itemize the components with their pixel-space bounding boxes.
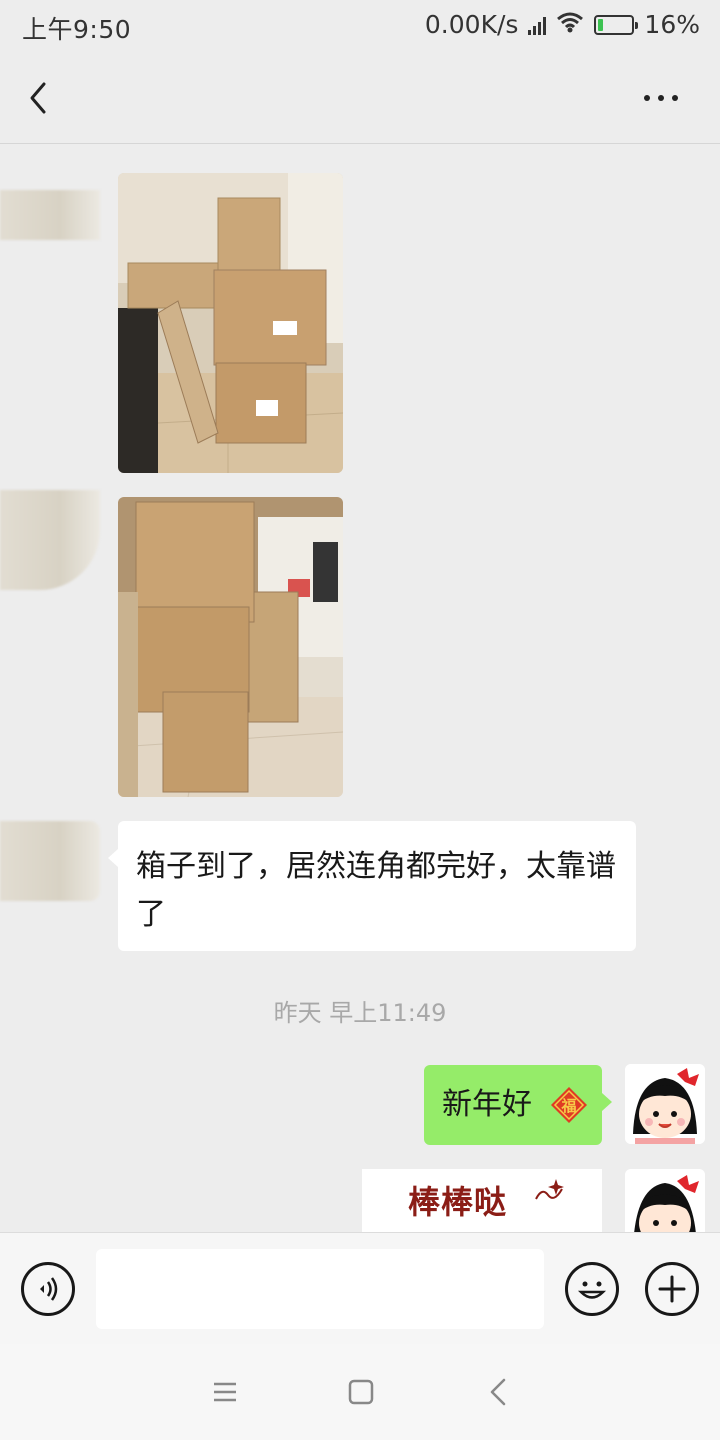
- chat-header: [0, 52, 720, 144]
- sender-avatar[interactable]: [0, 190, 100, 240]
- chevron-left-icon: [30, 82, 46, 114]
- boxes-photo-2: [118, 497, 343, 797]
- emoji-button[interactable]: [565, 1262, 619, 1316]
- status-indicators: 0.00K/s 16%: [425, 10, 700, 39]
- menu-icon: [214, 1382, 236, 1402]
- battery-percent: 16%: [644, 10, 700, 39]
- sender-avatar[interactable]: [0, 821, 100, 901]
- sticker-text: 棒棒哒: [408, 1183, 508, 1221]
- back-button[interactable]: [22, 76, 62, 120]
- plus-icon: [658, 1275, 686, 1303]
- more-actions-button[interactable]: [645, 1262, 699, 1316]
- chat-input-bar: [0, 1232, 720, 1344]
- sticker-message[interactable]: 棒棒哒: [362, 1169, 602, 1232]
- image-message[interactable]: [118, 497, 343, 797]
- fu-icon: 福: [551, 1087, 587, 1123]
- boxes-photo-1: [118, 173, 343, 473]
- svg-text:福: 福: [560, 1097, 576, 1115]
- status-bar: 上午9:50 0.00K/s 16%: [0, 0, 720, 52]
- image-message[interactable]: [118, 173, 343, 473]
- message-timestamp: 昨天 早上11:49: [273, 999, 447, 1027]
- avatar-cartoon: [625, 1169, 705, 1232]
- sparkle-icon: [535, 1179, 564, 1200]
- signal-icon: [528, 15, 547, 35]
- message-input[interactable]: [96, 1249, 544, 1329]
- home-icon: [348, 1379, 374, 1405]
- dot-icon: [644, 95, 650, 101]
- more-button[interactable]: [644, 86, 688, 110]
- smiley-icon: [577, 1281, 607, 1299]
- dot-icon: [658, 95, 664, 101]
- system-nav-bar: [0, 1344, 720, 1440]
- net-speed: 0.00K/s: [424, 10, 519, 39]
- wifi-icon: [556, 10, 584, 39]
- outgoing-text-bubble[interactable]: 新年好 福: [424, 1065, 612, 1145]
- status-time: 上午9:50: [22, 15, 132, 44]
- back-icon: [490, 1378, 506, 1406]
- incoming-text-bubble[interactable]: 箱子到了，居然连角都完好，太靠谱了: [108, 821, 636, 951]
- dot-icon: [672, 95, 678, 101]
- home-button[interactable]: [343, 1374, 379, 1410]
- chat-message-list[interactable]: 箱子到了，居然连角都完好，太靠谱了 昨天 早上11:49 新年好 福 棒棒哒: [0, 145, 720, 1232]
- battery-icon: [594, 14, 639, 35]
- message-text: 新年好: [442, 1087, 532, 1122]
- self-avatar[interactable]: [625, 1064, 705, 1144]
- message-text: 箱子到了，居然连角都完好，太靠谱了: [136, 849, 616, 932]
- sender-avatar[interactable]: [0, 490, 100, 590]
- menu-button[interactable]: [207, 1374, 243, 1410]
- self-avatar[interactable]: [625, 1169, 705, 1232]
- nav-back-button[interactable]: [482, 1374, 518, 1410]
- voice-icon: [40, 1277, 58, 1301]
- avatar-cartoon: [625, 1064, 705, 1144]
- voice-button[interactable]: [21, 1262, 75, 1316]
